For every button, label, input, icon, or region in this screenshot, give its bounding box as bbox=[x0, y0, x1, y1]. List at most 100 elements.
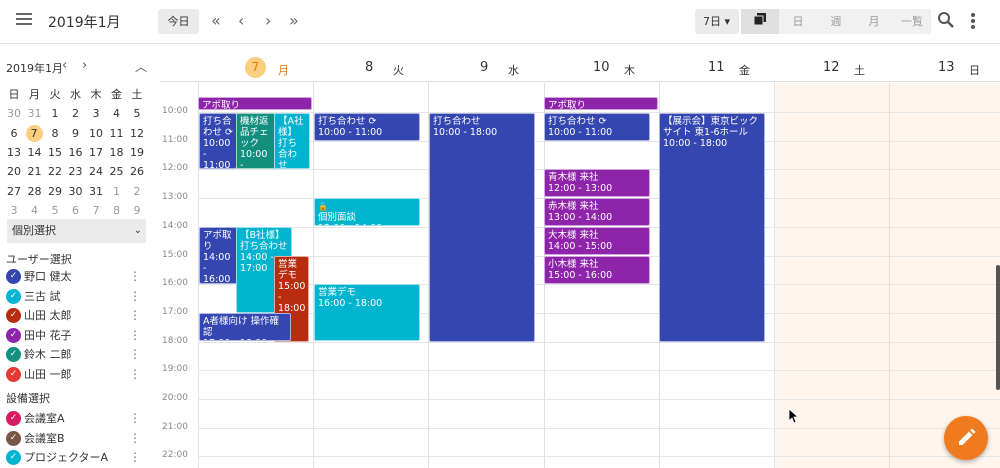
event-mon_2[interactable]: 機材返品チェック10:00 - 12:00 bbox=[236, 113, 276, 169]
mini-day[interactable]: 11 bbox=[107, 124, 127, 143]
mini-day[interactable]: 7 bbox=[86, 201, 106, 220]
scrollbar[interactable] bbox=[996, 265, 1000, 390]
mini-day[interactable]: 8 bbox=[45, 124, 65, 143]
mini-day[interactable]: 13 bbox=[4, 143, 24, 162]
more-vert-icon[interactable]: ⋮ bbox=[129, 287, 141, 306]
mini-day[interactable]: 10 bbox=[86, 124, 106, 143]
checkbox-checked-icon[interactable]: ✓ bbox=[6, 269, 21, 284]
mini-day[interactable]: 2 bbox=[66, 104, 86, 123]
checkbox-checked-icon[interactable]: ✓ bbox=[6, 308, 21, 323]
mini-day[interactable]: 9 bbox=[127, 201, 147, 220]
more-vert-icon[interactable]: ⋮ bbox=[129, 345, 141, 364]
mini-day[interactable]: 30 bbox=[66, 182, 86, 201]
day-header-12[interactable]: 12 土 bbox=[774, 45, 889, 82]
more-vert-icon[interactable]: ⋮ bbox=[129, 448, 141, 467]
menu-icon[interactable] bbox=[16, 11, 32, 31]
event-tue_3[interactable]: 営業デモ 16:00 - 18:00 bbox=[314, 284, 420, 342]
day-header-11[interactable]: 11 金 bbox=[659, 45, 774, 82]
user-item[interactable]: ✓ 田中 花子 ⋮ bbox=[6, 326, 141, 345]
more-vert-icon[interactable]: ⋮ bbox=[129, 306, 141, 325]
mini-next-icon[interactable]: › bbox=[82, 58, 87, 73]
mini-day[interactable]: 21 bbox=[25, 162, 45, 181]
mini-day[interactable]: 8 bbox=[107, 201, 127, 220]
new-event-button[interactable] bbox=[944, 416, 988, 460]
mini-day[interactable]: 3 bbox=[4, 201, 24, 220]
event-mon_4[interactable]: アポ取り 14:00 - 16:00 bbox=[199, 226, 239, 284]
checkbox-checked-icon[interactable]: ✓ bbox=[6, 347, 21, 362]
event-thu_3[interactable]: 赤木様 来社 13:00 - 14:00 bbox=[544, 198, 650, 227]
double-chevron-left-icon[interactable]: « bbox=[211, 10, 221, 32]
event-fri_1[interactable]: 【展示会】東京ビックサイト 東1-6ホール 10:00 - 18:00 bbox=[659, 113, 765, 342]
event-thu_allday[interactable]: アポ取り bbox=[544, 97, 658, 110]
mini-day[interactable]: 4 bbox=[107, 104, 127, 123]
today-button[interactable]: 今日 bbox=[158, 9, 199, 34]
individual-select[interactable]: 個別選択 ⌄ bbox=[7, 219, 146, 243]
mini-day[interactable]: 6 bbox=[4, 124, 24, 143]
day-header-9[interactable]: 9水 bbox=[428, 45, 543, 82]
user-item[interactable]: ✓ 三古 試 ⋮ bbox=[6, 287, 141, 306]
view-day-button[interactable]: 日 bbox=[779, 9, 817, 34]
mini-day[interactable]: 9 bbox=[66, 124, 86, 143]
mini-day[interactable]: 4 bbox=[25, 201, 45, 220]
chevron-right-icon[interactable]: › bbox=[265, 10, 271, 32]
mini-day[interactable]: 5 bbox=[45, 201, 65, 220]
equipment-item[interactable]: ✓ 会議室A ⋮ bbox=[6, 409, 141, 428]
view-list-button[interactable]: 一覧 bbox=[893, 9, 931, 34]
more-vert-icon[interactable]: ⋮ bbox=[129, 267, 141, 286]
user-item[interactable]: ✓ 山田 太郎 ⋮ bbox=[6, 306, 141, 325]
mini-day[interactable]: 14 bbox=[25, 143, 45, 162]
more-vert-icon[interactable] bbox=[970, 12, 976, 35]
mini-day[interactable]: 22 bbox=[45, 162, 65, 181]
mini-day[interactable]: 27 bbox=[4, 182, 24, 201]
day-header-7[interactable]: 7月 bbox=[198, 45, 313, 82]
more-vert-icon[interactable]: ⋮ bbox=[129, 326, 141, 345]
equipment-item[interactable]: ✓ プロジェクターA ⋮ bbox=[6, 448, 141, 467]
more-vert-icon[interactable]: ⋮ bbox=[129, 409, 141, 428]
user-item[interactable]: ✓ 野口 健太 ⋮ bbox=[6, 267, 141, 286]
range-select[interactable]: 7日 ▾ bbox=[695, 9, 739, 34]
mini-day[interactable]: 1 bbox=[107, 182, 127, 201]
mini-day[interactable]: 31 bbox=[25, 104, 45, 123]
mini-day[interactable]: 18 bbox=[107, 143, 127, 162]
equipment-item[interactable]: ✓ 会議室B ⋮ bbox=[6, 429, 141, 448]
event-mon_allday[interactable]: アポ取り bbox=[198, 97, 312, 110]
event-mon_3[interactable]: 【A社様】打ち合わせ bbox=[274, 113, 310, 169]
mini-day[interactable]: 5 bbox=[127, 104, 147, 123]
mini-day[interactable]: 15 bbox=[45, 143, 65, 162]
event-thu_4[interactable]: 大木様 来社 14:00 - 15:00 bbox=[544, 226, 650, 255]
event-thu_2[interactable]: 青木様 来社 12:00 - 13:00 bbox=[544, 169, 650, 198]
checkbox-checked-icon[interactable]: ✓ bbox=[6, 327, 21, 343]
mini-day[interactable]: 19 bbox=[127, 143, 147, 162]
view-custom-button[interactable] bbox=[741, 9, 779, 34]
checkbox-checked-icon[interactable]: ✓ bbox=[6, 411, 21, 426]
mini-day[interactable]: 23 bbox=[66, 162, 86, 181]
checkbox-checked-icon[interactable]: ✓ bbox=[6, 366, 21, 382]
mini-day[interactable]: 31 bbox=[86, 182, 106, 201]
checkbox-checked-icon[interactable]: ✓ bbox=[6, 450, 21, 465]
mini-day[interactable]: 26 bbox=[127, 162, 147, 181]
view-week-button[interactable]: 週 bbox=[817, 9, 855, 34]
event-wed_1[interactable]: 打ち合わせ 10:00 - 18:00 bbox=[429, 113, 535, 342]
event-mon_1[interactable]: 打ち合わせ ⟳ 10:00 - 11:00 bbox=[199, 113, 237, 169]
day-header-13[interactable]: 13 日 bbox=[889, 45, 1000, 82]
mini-day[interactable]: 17 bbox=[86, 143, 106, 162]
mini-day[interactable]: 24 bbox=[86, 162, 106, 181]
view-month-button[interactable]: 月 bbox=[855, 9, 893, 34]
day-header-10[interactable]: 10 木 bbox=[544, 45, 659, 82]
more-vert-icon[interactable]: ⋮ bbox=[129, 429, 141, 448]
checkbox-checked-icon[interactable]: ✓ bbox=[6, 430, 21, 446]
mini-day[interactable]: 29 bbox=[45, 182, 65, 201]
event-thu_5[interactable]: 小木様 来社 15:00 - 16:00 bbox=[544, 255, 650, 284]
week-grid[interactable]: 10:00 11:00 12:00 13:00 14:00 15:00 16:00 17:00… bbox=[160, 83, 1000, 468]
event-thu_1[interactable]: 打ち合わせ ⟳ 10:00 - 11:00 bbox=[544, 113, 650, 141]
collapse-chevron-icon[interactable]: ︿ bbox=[135, 58, 147, 75]
user-item[interactable]: ✓ 鈴木 二郎 ⋮ bbox=[6, 345, 141, 364]
event-tue_1[interactable]: 打ち合わせ ⟳ 10:00 - 11:00 bbox=[314, 113, 420, 141]
mini-day[interactable]: 28 bbox=[25, 182, 45, 201]
mini-day[interactable]: 1 bbox=[45, 104, 65, 123]
chevron-left-icon[interactable]: ‹ bbox=[238, 10, 244, 32]
mini-day[interactable]: 3 bbox=[86, 104, 106, 123]
checkbox-checked-icon[interactable]: ✓ bbox=[6, 288, 21, 304]
event-mon_7[interactable]: A者様向け 操作確認17:00 - 18:00 bbox=[199, 312, 291, 341]
mini-day[interactable]: 6 bbox=[66, 201, 86, 220]
